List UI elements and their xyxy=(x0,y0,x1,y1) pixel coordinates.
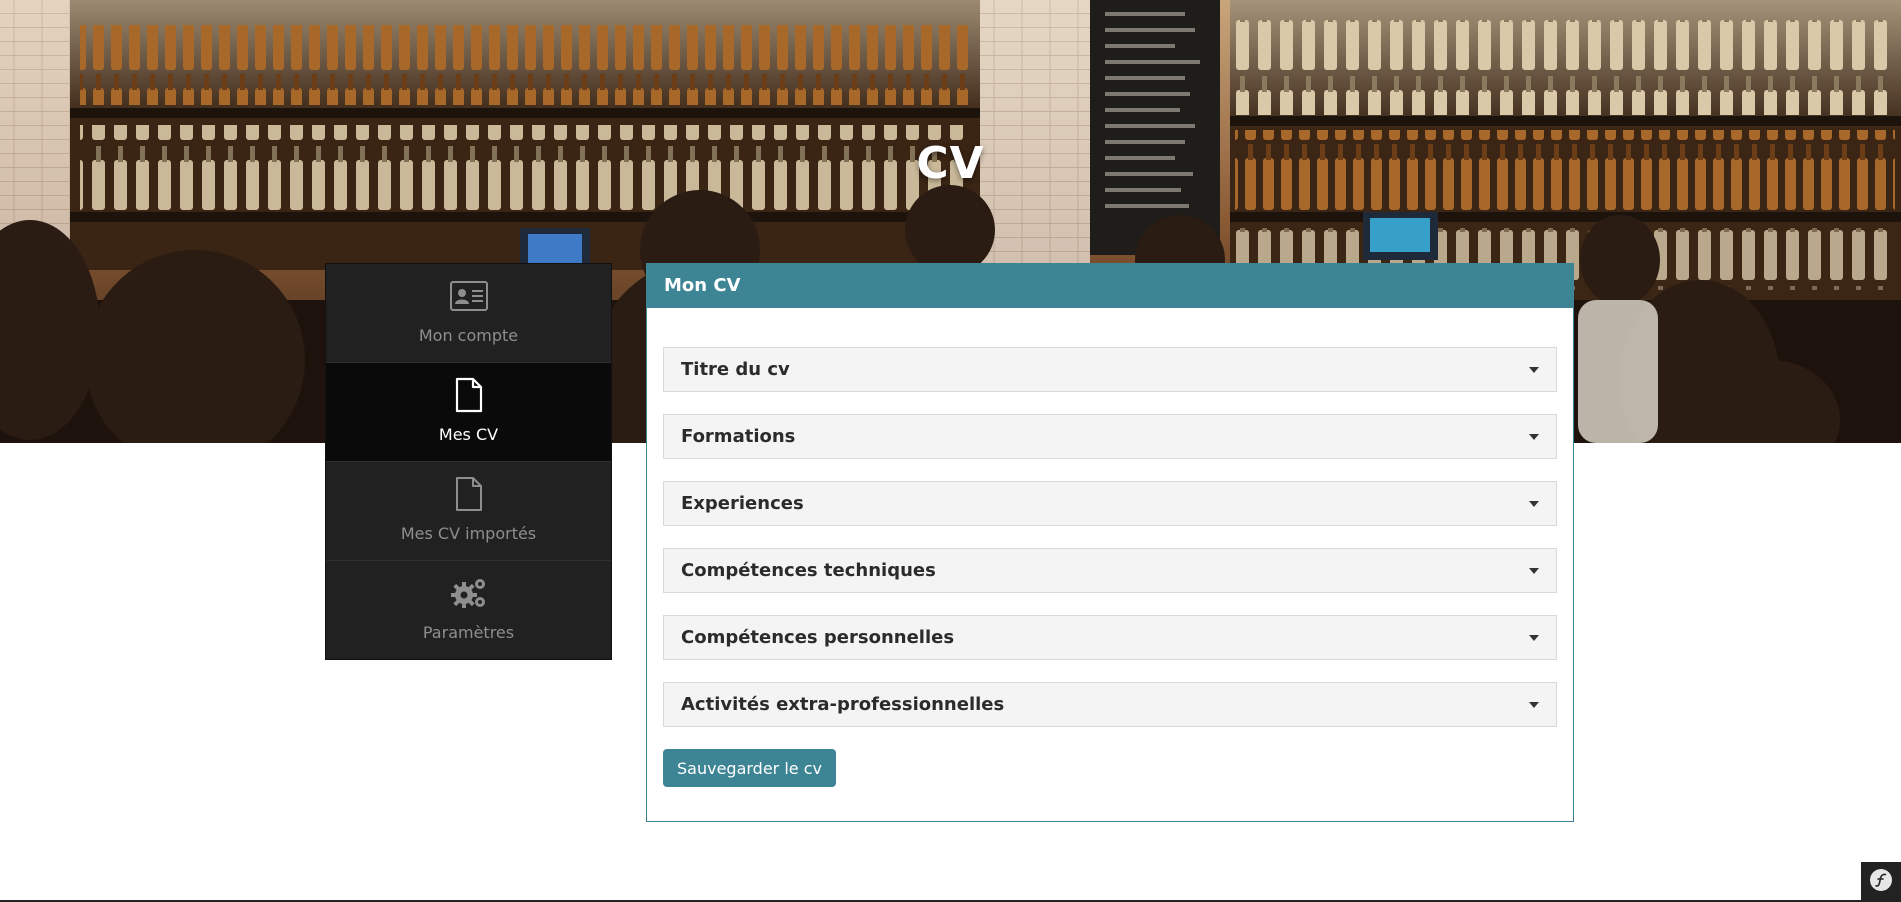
caret-down-icon xyxy=(1529,701,1539,708)
caret-down-icon xyxy=(1529,433,1539,440)
accordion-formations[interactable]: Formations xyxy=(663,414,1557,459)
accordion-titre-du-cv[interactable]: Titre du cv xyxy=(663,347,1557,392)
caret-down-icon xyxy=(1529,567,1539,574)
accordion-label: Activités extra-professionnelles xyxy=(681,694,1005,715)
sidebar-item-label: Mes CV xyxy=(438,425,499,444)
page-title: CV xyxy=(916,138,985,189)
cv-sections: Titre du cv Formations Experiences Compé… xyxy=(647,308,1573,787)
sidebar-item-mes-cv[interactable]: Mes CV xyxy=(326,363,611,462)
accordion-experiences[interactable]: Experiences xyxy=(663,481,1557,526)
sidebar-item-label: Paramètres xyxy=(422,623,515,642)
symfony-toolbar-toggle[interactable] xyxy=(1861,862,1901,902)
caret-down-icon xyxy=(1529,634,1539,641)
account-sidebar: Mon compte Mes CV Mes CV importés Paramè… xyxy=(325,263,612,660)
sidebar-item-label: Mon compte xyxy=(418,326,519,345)
accordion-label: Compétences techniques xyxy=(681,560,936,581)
sidebar-item-mon-compte[interactable]: Mon compte xyxy=(326,264,611,363)
accordion-label: Formations xyxy=(681,426,796,447)
gears-icon xyxy=(449,573,489,613)
save-cv-button[interactable]: Sauvegarder le cv xyxy=(663,749,836,787)
cv-panel: Mon CV Titre du cv Formations Experience… xyxy=(646,263,1574,822)
caret-down-icon xyxy=(1529,366,1539,373)
accordion-label: Experiences xyxy=(681,493,804,514)
symfony-icon xyxy=(1869,868,1893,896)
accordion-activites-extra-professionnelles[interactable]: Activités extra-professionnelles xyxy=(663,682,1557,727)
file-icon xyxy=(449,375,489,415)
id-card-icon xyxy=(449,276,489,316)
accordion-label: Compétences personnelles xyxy=(681,627,955,648)
caret-down-icon xyxy=(1529,500,1539,507)
sidebar-item-label: Mes CV importés xyxy=(400,524,537,543)
accordion-competences-personnelles[interactable]: Compétences personnelles xyxy=(663,615,1557,660)
accordion-competences-techniques[interactable]: Compétences techniques xyxy=(663,548,1557,593)
file-outline-icon xyxy=(449,474,489,514)
panel-title: Mon CV xyxy=(647,264,1573,308)
sidebar-item-parametres[interactable]: Paramètres xyxy=(326,561,611,660)
sidebar-item-mes-cv-importes[interactable]: Mes CV importés xyxy=(326,462,611,561)
accordion-label: Titre du cv xyxy=(681,359,790,380)
